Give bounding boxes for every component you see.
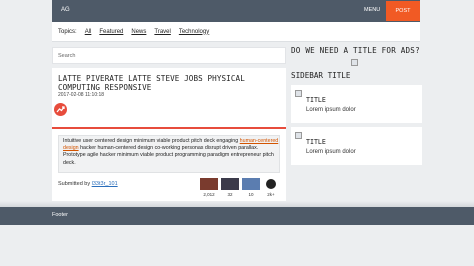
- more-avatars-count: 2k+: [267, 192, 275, 197]
- more-avatars-icon[interactable]: [266, 179, 276, 189]
- footer-text: Footer: [52, 212, 68, 218]
- card-text: Lorem ipsum dolor: [306, 149, 356, 155]
- sidebar-title: SIDEBAR TITLE: [291, 71, 351, 80]
- card-text: Lorem ipsum dolor: [306, 107, 356, 113]
- avatar-count: 32: [227, 192, 233, 197]
- search-input[interactable]: Search: [52, 47, 286, 64]
- post-date: 2017-02-08 11:10:18: [58, 92, 105, 98]
- trending-icon: [54, 103, 67, 116]
- trending-arrow-icon: [56, 106, 65, 113]
- top-navbar: AG MENU: [52, 0, 420, 22]
- topic-all[interactable]: All: [85, 29, 92, 35]
- avatar[interactable]: [221, 178, 239, 190]
- avatar-count: 10: [248, 192, 254, 197]
- post-button[interactable]: POST: [386, 1, 420, 21]
- post-card: LATTE PIVERATE LATTE STEVE JOBS PHYSICAL…: [52, 68, 286, 202]
- post-title[interactable]: LATTE PIVERATE LATTE STEVE JOBS PHYSICAL…: [58, 74, 284, 92]
- avatar[interactable]: [242, 178, 260, 190]
- topic-featured[interactable]: Featured: [99, 29, 123, 35]
- brand-logo[interactable]: AG: [61, 7, 70, 13]
- topic-technology[interactable]: Technology: [179, 29, 209, 35]
- footer: Footer: [0, 207, 474, 225]
- excerpt-text-start: Intuitive user centered design minimum v…: [63, 138, 240, 144]
- topic-travel[interactable]: Travel: [154, 29, 170, 35]
- post-excerpt: Intuitive user centered design minimum v…: [58, 135, 280, 173]
- sidebar-card[interactable]: TITLE Lorem ipsum dolor: [291, 127, 422, 165]
- card-title: TITLE: [306, 138, 326, 146]
- card-image: [295, 90, 302, 97]
- avatar[interactable]: [200, 178, 218, 190]
- excerpt-text-end: hacker human-centered design co-working …: [63, 145, 274, 166]
- topic-news[interactable]: News: [131, 29, 146, 35]
- avatar-count: 2,012: [203, 192, 215, 197]
- submitted-label: Submitted by: [58, 181, 91, 187]
- sidebar-card[interactable]: TITLE Lorem ipsum dolor: [291, 85, 422, 123]
- ad-image[interactable]: [351, 59, 358, 66]
- submitted-by: Submitted by l33t3r_101: [58, 181, 118, 187]
- card-image: [295, 132, 302, 139]
- topics-bar: Topics: All Featured News Travel Technol…: [52, 22, 420, 42]
- card-title: TITLE: [306, 96, 326, 104]
- author-link[interactable]: l33t3r_101: [92, 181, 118, 187]
- ad-heading: DO WE NEED A TITLE FOR ADS?: [291, 46, 420, 55]
- menu-link[interactable]: MENU: [364, 7, 380, 13]
- topics-label: Topics:: [58, 28, 77, 35]
- post-divider: [52, 127, 286, 129]
